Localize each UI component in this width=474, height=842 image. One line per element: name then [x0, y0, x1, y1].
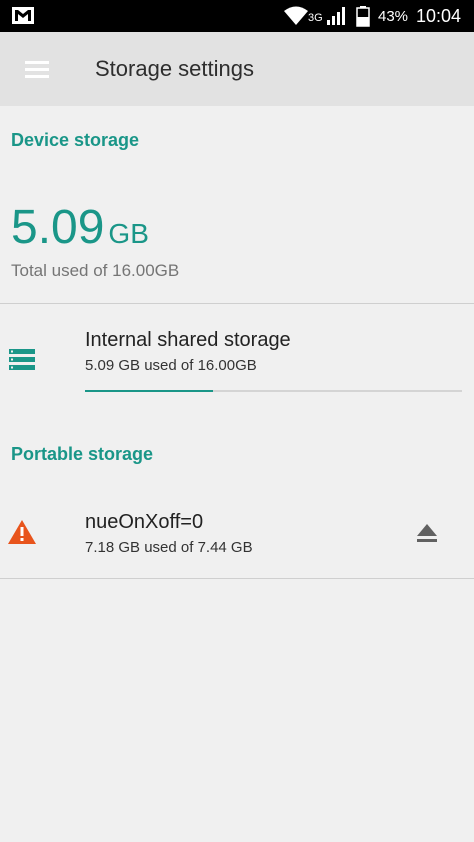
storage-used-unit: GB — [108, 218, 149, 249]
storage-list-icon — [9, 349, 35, 370]
portable-device-row[interactable]: nueOnXoff=0 7.18 GB used of 7.44 GB — [0, 490, 474, 578]
portable-device-subtitle: 7.18 GB used of 7.44 GB — [85, 539, 253, 556]
portable-device-title: nueOnXoff=0 — [85, 511, 204, 533]
signal-icon — [327, 7, 345, 25]
warning-icon — [8, 520, 36, 544]
divider — [0, 578, 474, 579]
app-bar: Storage settings — [0, 32, 474, 106]
internal-storage-progress — [85, 390, 462, 392]
status-bar: 3G 43% 10:04 — [0, 0, 474, 32]
internal-storage-subtitle: 5.09 GB used of 16.00GB — [85, 357, 257, 374]
battery-percentage: 43% — [378, 8, 409, 25]
battery-icon — [356, 6, 370, 27]
page-title: Storage settings — [95, 56, 254, 81]
storage-used-summary: 5.09 GB — [11, 200, 149, 255]
storage-total-label: Total used of 16.00GB — [11, 261, 180, 280]
network-type-label: 3G — [308, 12, 323, 24]
divider — [0, 303, 474, 304]
eject-icon[interactable] — [408, 514, 446, 552]
storage-used-value: 5.09 — [11, 201, 105, 254]
internal-storage-row[interactable]: Internal shared storage 5.09 GB used of … — [0, 305, 474, 415]
portable-storage-header: Portable storage — [11, 444, 154, 464]
gmail-icon — [12, 7, 34, 24]
wifi-icon — [284, 6, 308, 25]
internal-storage-progress-fill — [85, 390, 214, 392]
hamburger-menu-icon[interactable] — [14, 50, 58, 90]
device-storage-header: Device storage — [11, 130, 140, 150]
internal-storage-title: Internal shared storage — [85, 329, 291, 351]
clock: 10:04 — [416, 6, 462, 26]
